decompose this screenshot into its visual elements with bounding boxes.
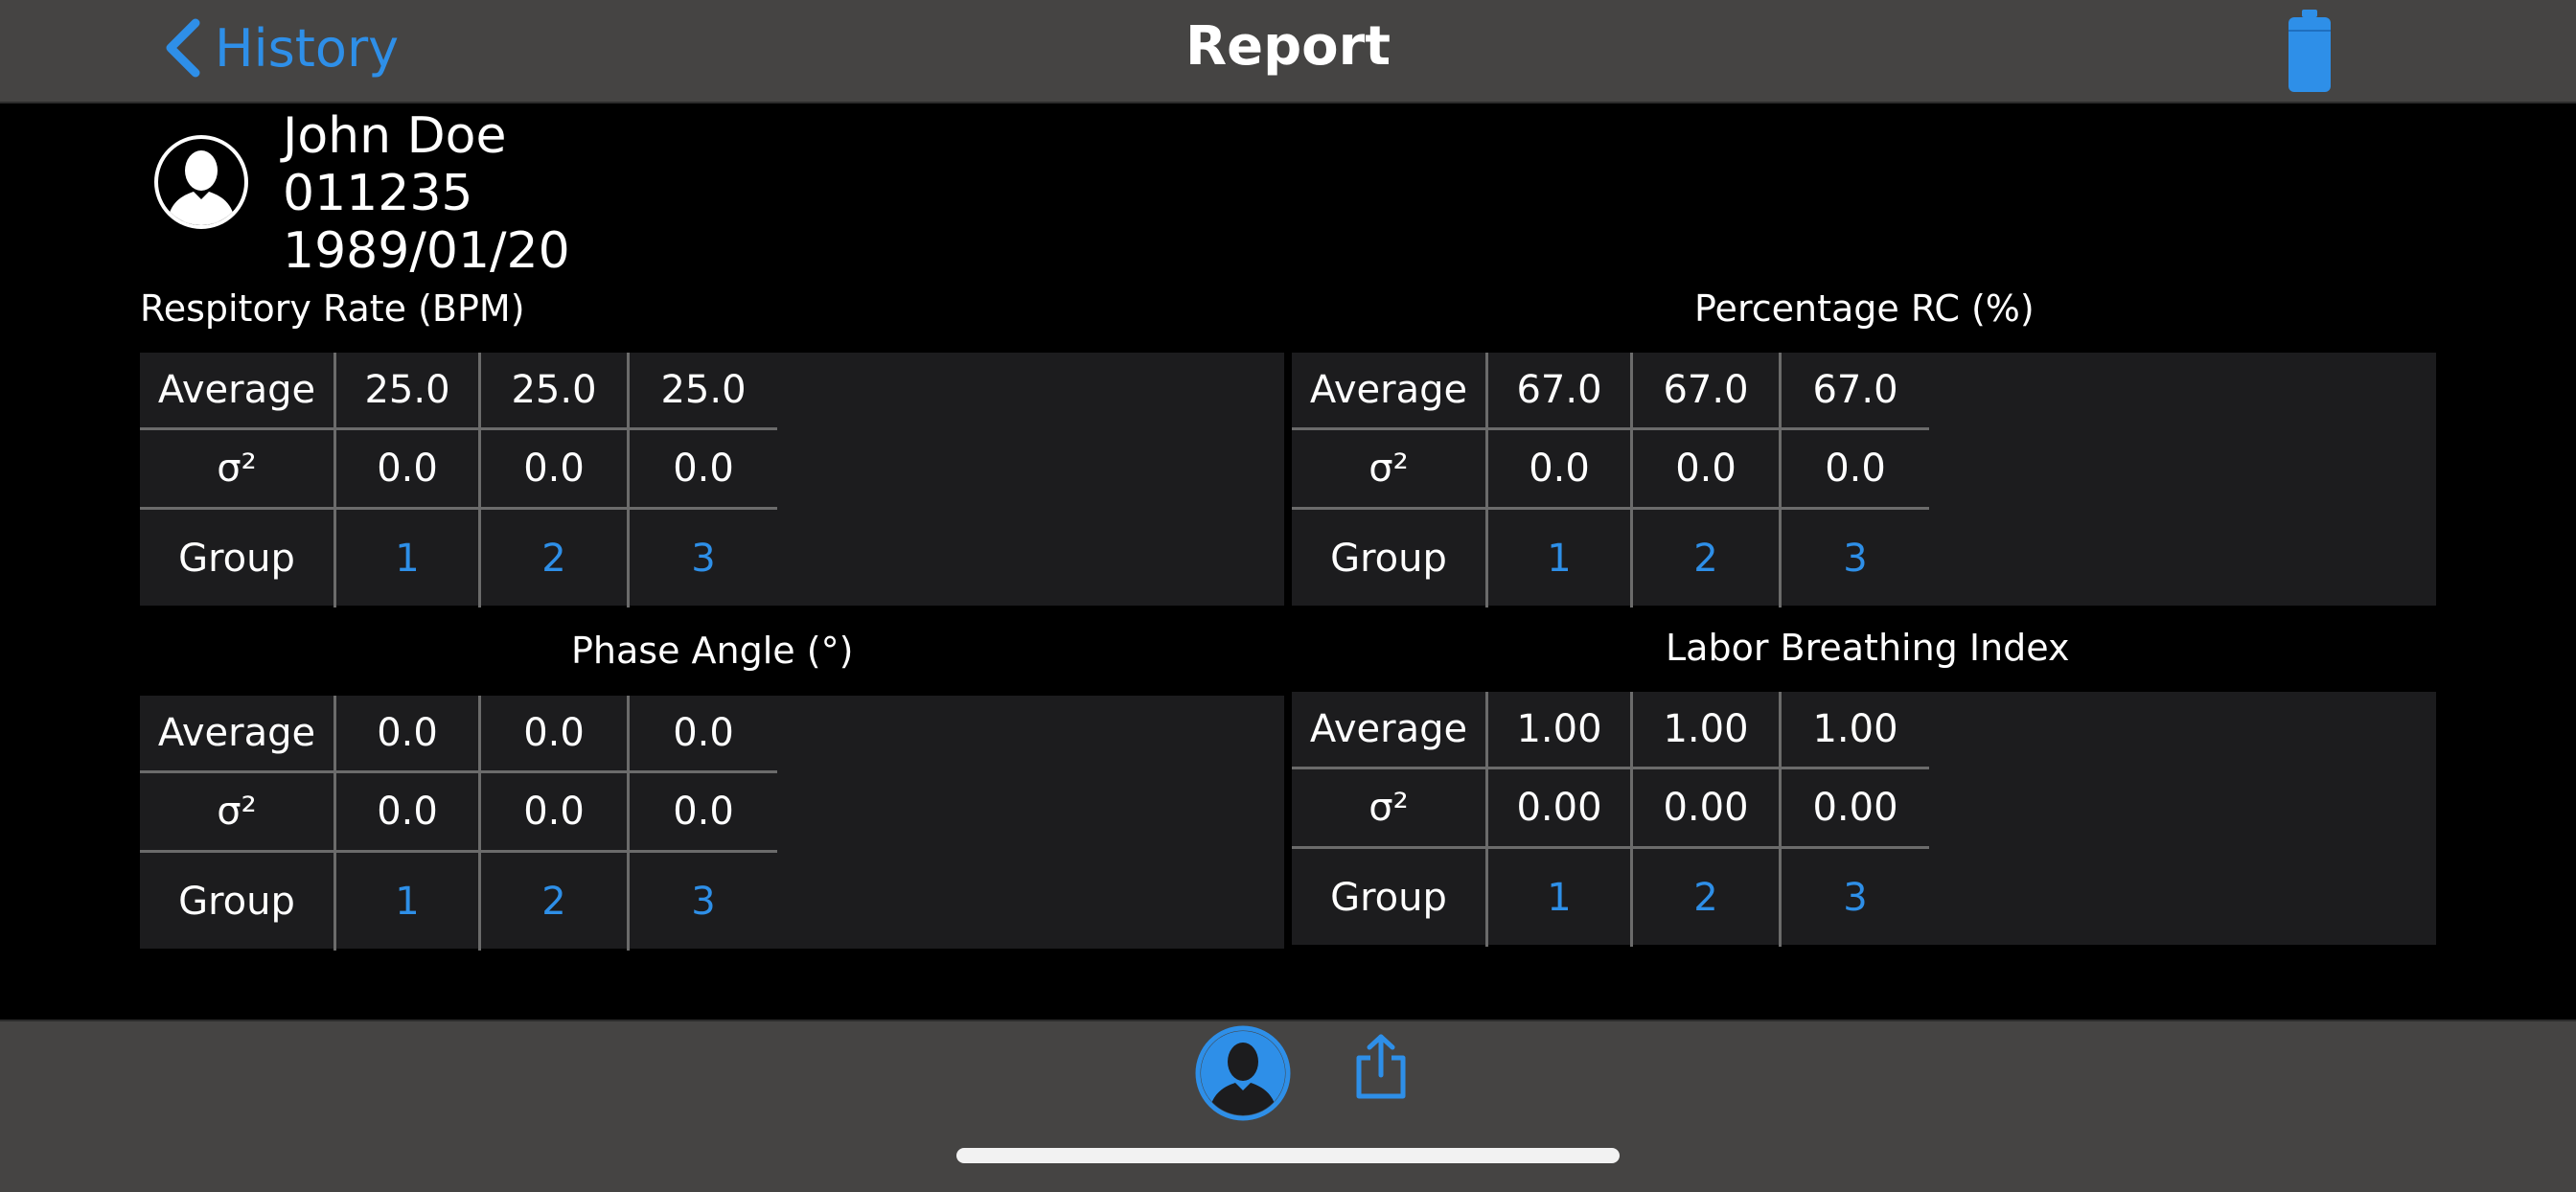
row-label: Average: [1292, 353, 1487, 430]
table-percentage-rc: Average 67.0 67.0 67.0 σ² 0.0 0.0 0.0 Gr…: [1292, 353, 1929, 607]
row-label: σ²: [1292, 428, 1487, 510]
patient-name: John Doe: [283, 107, 507, 165]
group-link[interactable]: 2: [1630, 847, 1781, 947]
patient-avatar: [154, 135, 248, 229]
table-row: Group 1 2 3: [1292, 847, 1929, 947]
table-cell: 0.0: [627, 771, 777, 853]
panel-labor-breathing-index: Average 1.00 1.00 1.00 σ² 0.00 0.00 0.00…: [1292, 692, 2436, 947]
row-label: Group: [178, 880, 295, 924]
table-row: σ² 0.0 0.0 0.0: [140, 428, 777, 510]
table-row: Average 25.0 25.0 25.0: [140, 353, 777, 430]
battery-icon: [2288, 10, 2331, 92]
table-row: σ² 0.0 0.0 0.0: [140, 771, 777, 853]
group-link[interactable]: 3: [627, 851, 777, 951]
person-circle-icon[interactable]: [1195, 1025, 1291, 1121]
group-link[interactable]: 1: [334, 851, 480, 951]
group-link[interactable]: 3: [627, 508, 777, 607]
page-title: Report: [1184, 15, 1392, 78]
table-row: Average 0.0 0.0 0.0: [140, 696, 777, 773]
group-link[interactable]: 3: [1779, 508, 1929, 607]
table-cell: 67.0: [1779, 353, 1929, 430]
home-indicator[interactable]: [956, 1148, 1620, 1163]
table-row: Group 1 2 3: [140, 851, 777, 951]
table-cell: 0.0: [627, 696, 777, 773]
panel-percentage-rc: Average 67.0 67.0 67.0 σ² 0.0 0.0 0.0 Gr…: [1292, 353, 2436, 607]
group-link[interactable]: 3: [1779, 847, 1929, 947]
table-cell: 0.0: [1485, 428, 1632, 510]
table-cell: 0.0: [1630, 428, 1781, 510]
table-respiratory-rate: Average 25.0 25.0 25.0 σ² 0.0 0.0 0.0 Gr…: [140, 353, 777, 607]
table-row: Group 1 2 3: [1292, 508, 1929, 607]
row-label: Average: [1292, 692, 1487, 769]
row-label: σ²: [1292, 768, 1487, 849]
group-link[interactable]: 2: [478, 508, 629, 607]
section-title-phase-angle: Phase Angle (°): [571, 630, 854, 672]
table-cell: 0.00: [1779, 768, 1929, 849]
table-row: Group 1 2 3: [140, 508, 777, 607]
table-cell: 0.0: [478, 771, 629, 853]
row-label: Average: [140, 353, 335, 430]
row-label: σ²: [140, 771, 335, 853]
patient-birthdate: 1989/01/20: [283, 222, 570, 280]
row-label: Average: [140, 696, 335, 773]
table-cell: 0.0: [478, 428, 629, 510]
panel-phase-angle: Average 0.0 0.0 0.0 σ² 0.0 0.0 0.0 Group…: [140, 696, 1284, 951]
section-title-respiratory-rate: Respitory Rate (BPM): [140, 287, 525, 330]
table-labor-breathing-index: Average 1.00 1.00 1.00 σ² 0.00 0.00 0.00…: [1292, 692, 1929, 947]
row-label: Group: [1330, 537, 1447, 581]
group-link[interactable]: 1: [334, 508, 480, 607]
table-row: σ² 0.00 0.00 0.00: [1292, 768, 1929, 849]
group-link[interactable]: 1: [1485, 847, 1632, 947]
group-link[interactable]: 2: [478, 851, 629, 951]
table-cell: 67.0: [1485, 353, 1632, 430]
patient-info: John Doe 011235 1989/01/20: [283, 107, 570, 280]
row-label: Group: [178, 537, 295, 581]
table-cell: 67.0: [1630, 353, 1781, 430]
table-cell: 0.00: [1630, 768, 1781, 849]
table-cell: 0.0: [627, 428, 777, 510]
table-cell: 0.0: [334, 428, 480, 510]
group-link[interactable]: 2: [1630, 508, 1781, 607]
row-label: Group: [1330, 876, 1447, 920]
section-title-labor-breathing-index: Labor Breathing Index: [1666, 627, 2070, 669]
table-cell: 1.00: [1779, 692, 1929, 769]
table-cell: 0.0: [334, 696, 480, 773]
group-link[interactable]: 1: [1485, 508, 1632, 607]
table-row: σ² 0.0 0.0 0.0: [1292, 428, 1929, 510]
section-title-percentage-rc: Percentage RC (%): [1694, 287, 2035, 330]
table-row: Average 1.00 1.00 1.00: [1292, 692, 1929, 769]
table-cell: 0.0: [478, 696, 629, 773]
panel-respiratory-rate: Average 25.0 25.0 25.0 σ² 0.0 0.0 0.0 Gr…: [140, 353, 1284, 607]
table-cell: 0.0: [1779, 428, 1929, 510]
table-phase-angle: Average 0.0 0.0 0.0 σ² 0.0 0.0 0.0 Group…: [140, 696, 777, 951]
table-cell: 25.0: [334, 353, 480, 430]
row-label: σ²: [140, 428, 335, 510]
table-cell: 1.00: [1630, 692, 1781, 769]
share-icon[interactable]: [1353, 1033, 1409, 1100]
table-cell: 25.0: [627, 353, 777, 430]
table-cell: 1.00: [1485, 692, 1632, 769]
table-cell: 0.00: [1485, 768, 1632, 849]
patient-id: 011235: [283, 165, 473, 222]
table-cell: 0.0: [334, 771, 480, 853]
navigation-bar: History Report: [0, 0, 2576, 103]
table-cell: 25.0: [478, 353, 629, 430]
table-row: Average 67.0 67.0 67.0: [1292, 353, 1929, 430]
